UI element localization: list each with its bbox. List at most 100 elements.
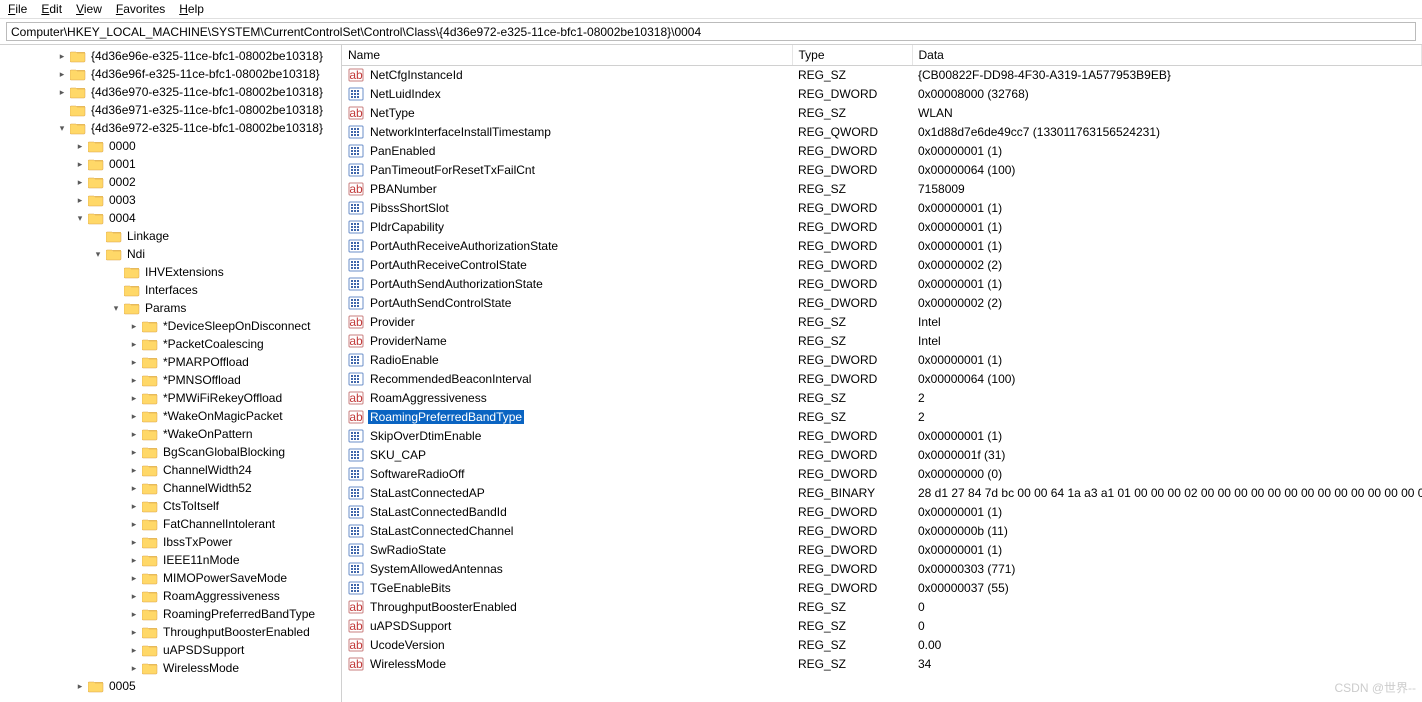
menu-view[interactable]: View [76, 2, 102, 16]
chevron-right-icon[interactable]: ▸ [126, 429, 142, 440]
chevron-right-icon[interactable]: ▸ [126, 537, 142, 548]
value-row[interactable]: SoftwareRadioOffREG_DWORD0x00000000 (0) [342, 465, 1422, 484]
tree-item[interactable]: Linkage [0, 227, 341, 245]
tree-item[interactable]: ▸uAPSDSupport [0, 641, 341, 659]
tree-item[interactable]: ▸{4d36e970-e325-11ce-bfc1-08002be10318} [0, 83, 341, 101]
value-row[interactable]: abProviderREG_SZIntel [342, 313, 1422, 332]
value-row[interactable]: StaLastConnectedChannelREG_DWORD0x000000… [342, 522, 1422, 541]
tree-item[interactable]: ▸ChannelWidth24 [0, 461, 341, 479]
value-row[interactable]: abWirelessModeREG_SZ34 [342, 655, 1422, 674]
chevron-right-icon[interactable]: ▸ [54, 69, 70, 80]
value-row[interactable]: abThroughputBoosterEnabledREG_SZ0 [342, 598, 1422, 617]
value-row[interactable]: StaLastConnectedBandIdREG_DWORD0x0000000… [342, 503, 1422, 522]
value-row[interactable]: PibssShortSlotREG_DWORD0x00000001 (1) [342, 199, 1422, 218]
chevron-right-icon[interactable]: ▸ [126, 663, 142, 674]
value-row[interactable]: PanTimeoutForResetTxFailCntREG_DWORD0x00… [342, 161, 1422, 180]
tree-item[interactable]: ▸MIMOPowerSaveMode [0, 569, 341, 587]
chevron-right-icon[interactable]: ▸ [54, 51, 70, 62]
tree-item[interactable]: ▸RoamAggressiveness [0, 587, 341, 605]
value-row[interactable]: StaLastConnectedAPREG_BINARY28 d1 27 84 … [342, 484, 1422, 503]
tree-item[interactable]: ▸CtsToItself [0, 497, 341, 515]
value-row[interactable]: abuAPSDSupportREG_SZ0 [342, 617, 1422, 636]
tree-item[interactable]: ▾Params [0, 299, 341, 317]
tree-item[interactable]: ▸0000 [0, 137, 341, 155]
chevron-right-icon[interactable]: ▸ [126, 501, 142, 512]
value-row[interactable]: PanEnabledREG_DWORD0x00000001 (1) [342, 142, 1422, 161]
value-row[interactable]: TGeEnableBitsREG_DWORD0x00000037 (55) [342, 579, 1422, 598]
value-row[interactable]: PortAuthReceiveControlStateREG_DWORD0x00… [342, 256, 1422, 275]
chevron-right-icon[interactable]: ▸ [126, 627, 142, 638]
chevron-right-icon[interactable]: ▸ [72, 159, 88, 170]
tree-item[interactable]: ▸RoamingPreferredBandType [0, 605, 341, 623]
chevron-right-icon[interactable]: ▸ [126, 357, 142, 368]
chevron-down-icon[interactable]: ▾ [72, 213, 88, 224]
value-row[interactable]: abNetCfgInstanceIdREG_SZ{CB00822F-DD98-4… [342, 66, 1422, 85]
value-row[interactable]: SwRadioStateREG_DWORD0x00000001 (1) [342, 541, 1422, 560]
tree-item[interactable]: ▸{4d36e96e-e325-11ce-bfc1-08002be10318} [0, 47, 341, 65]
value-row[interactable]: SKU_CAPREG_DWORD0x0000001f (31) [342, 446, 1422, 465]
value-row[interactable]: SystemAllowedAntennasREG_DWORD0x00000303… [342, 560, 1422, 579]
col-type[interactable]: Type [792, 45, 912, 66]
chevron-right-icon[interactable]: ▸ [126, 393, 142, 404]
menu-edit[interactable]: Edit [41, 2, 62, 16]
values-pane[interactable]: Name Type Data abNetCfgInstanceIdREG_SZ{… [342, 45, 1422, 702]
chevron-down-icon[interactable]: ▾ [108, 303, 124, 314]
value-row[interactable]: abProviderNameREG_SZIntel [342, 332, 1422, 351]
value-row[interactable]: NetLuidIndexREG_DWORD0x00008000 (32768) [342, 85, 1422, 104]
col-name[interactable]: Name [342, 45, 792, 66]
tree-item[interactable]: ▸*PMNSOffload [0, 371, 341, 389]
chevron-right-icon[interactable]: ▸ [126, 447, 142, 458]
tree-item[interactable]: IHVExtensions [0, 263, 341, 281]
menu-file[interactable]: File [8, 2, 27, 16]
tree-item[interactable]: ▸*DeviceSleepOnDisconnect [0, 317, 341, 335]
tree-item[interactable]: ▾0004 [0, 209, 341, 227]
value-row[interactable]: PortAuthSendAuthorizationStateREG_DWORD0… [342, 275, 1422, 294]
chevron-right-icon[interactable]: ▸ [126, 321, 142, 332]
chevron-right-icon[interactable]: ▸ [126, 609, 142, 620]
tree-item[interactable]: ▸*PMARPOffload [0, 353, 341, 371]
chevron-down-icon[interactable]: ▾ [54, 123, 70, 134]
tree-item[interactable]: ▸FatChannelIntolerant [0, 515, 341, 533]
value-row[interactable]: abNetTypeREG_SZWLAN [342, 104, 1422, 123]
chevron-right-icon[interactable]: ▸ [72, 195, 88, 206]
value-row[interactable]: abPBANumberREG_SZ7158009 [342, 180, 1422, 199]
tree-item[interactable]: ▸*WakeOnMagicPacket [0, 407, 341, 425]
tree-item[interactable]: ▸{4d36e96f-e325-11ce-bfc1-08002be10318} [0, 65, 341, 83]
chevron-right-icon[interactable]: ▸ [126, 375, 142, 386]
tree-item[interactable]: Interfaces [0, 281, 341, 299]
value-row[interactable]: NetworkInterfaceInstallTimestampREG_QWOR… [342, 123, 1422, 142]
tree-item[interactable]: ▾Ndi [0, 245, 341, 263]
tree-item[interactable]: ▾{4d36e972-e325-11ce-bfc1-08002be10318} [0, 119, 341, 137]
tree-item[interactable]: ▸*PMWiFiRekeyOffload [0, 389, 341, 407]
menu-favorites[interactable]: Favorites [116, 2, 165, 16]
menu-help[interactable]: Help [179, 2, 204, 16]
chevron-right-icon[interactable]: ▸ [126, 555, 142, 566]
tree-item[interactable]: ▸ThroughputBoosterEnabled [0, 623, 341, 641]
chevron-right-icon[interactable]: ▸ [54, 87, 70, 98]
chevron-right-icon[interactable]: ▸ [126, 573, 142, 584]
value-row[interactable]: abRoamAggressivenessREG_SZ2 [342, 389, 1422, 408]
chevron-right-icon[interactable]: ▸ [72, 681, 88, 692]
chevron-right-icon[interactable]: ▸ [72, 177, 88, 188]
chevron-right-icon[interactable]: ▸ [126, 339, 142, 350]
value-row[interactable]: abRoamingPreferredBandTypeREG_SZ2 [342, 408, 1422, 427]
chevron-right-icon[interactable]: ▸ [72, 141, 88, 152]
tree-item[interactable]: ▸0005 [0, 677, 341, 695]
value-row[interactable]: PortAuthReceiveAuthorizationStateREG_DWO… [342, 237, 1422, 256]
chevron-right-icon[interactable]: ▸ [126, 483, 142, 494]
chevron-right-icon[interactable]: ▸ [126, 519, 142, 530]
tree-item[interactable]: ▸0002 [0, 173, 341, 191]
value-row[interactable]: abUcodeVersionREG_SZ0.00 [342, 636, 1422, 655]
tree-item[interactable]: ▸*PacketCoalescing [0, 335, 341, 353]
address-input[interactable] [6, 22, 1416, 41]
chevron-right-icon[interactable]: ▸ [126, 591, 142, 602]
value-row[interactable]: RadioEnableREG_DWORD0x00000001 (1) [342, 351, 1422, 370]
value-row[interactable]: SkipOverDtimEnableREG_DWORD0x00000001 (1… [342, 427, 1422, 446]
tree-item[interactable]: ▸0003 [0, 191, 341, 209]
tree-item[interactable]: ▸BgScanGlobalBlocking [0, 443, 341, 461]
value-row[interactable]: RecommendedBeaconIntervalREG_DWORD0x0000… [342, 370, 1422, 389]
chevron-right-icon[interactable]: ▸ [126, 411, 142, 422]
tree-item[interactable]: ▸*WakeOnPattern [0, 425, 341, 443]
tree-pane[interactable]: ▸{4d36e96e-e325-11ce-bfc1-08002be10318}▸… [0, 45, 342, 702]
value-row[interactable]: PortAuthSendControlStateREG_DWORD0x00000… [342, 294, 1422, 313]
